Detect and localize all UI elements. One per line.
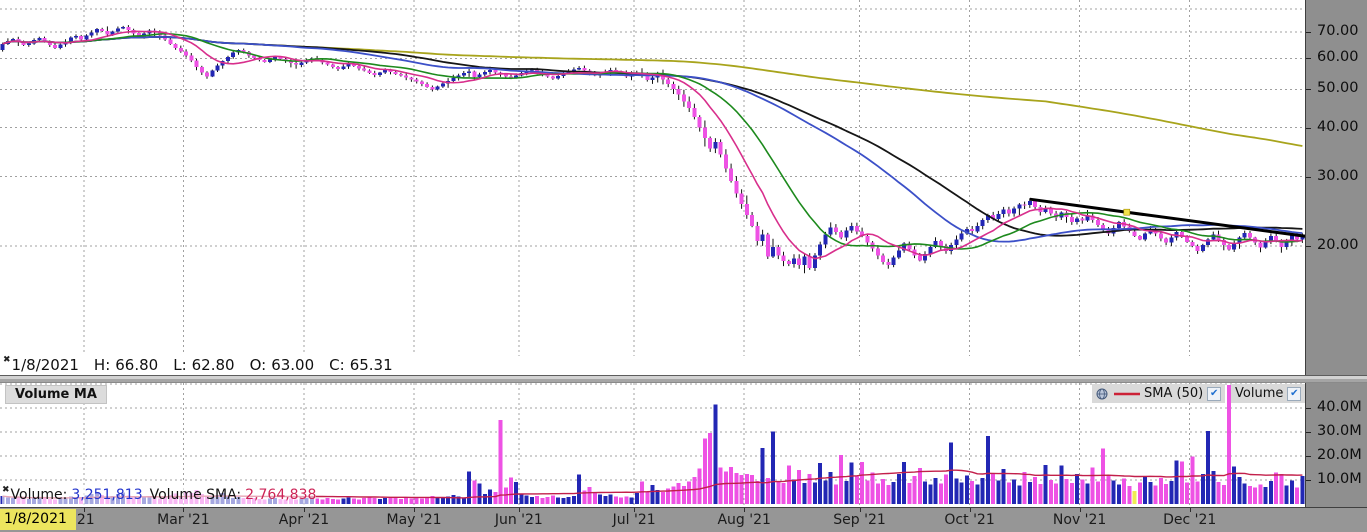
trendline-handle: [1124, 209, 1130, 215]
date-axis[interactable]: 1/8/2021 '21Mar '21Apr '21May '21Jun '21…: [0, 507, 1367, 532]
volume-readout: ✖ Volume: 3,251,813 Volume SMA: 2,764,83…: [2, 485, 316, 505]
volume-dropdown-check[interactable]: ✔: [1287, 387, 1301, 401]
price-tick-mark: [1306, 246, 1311, 247]
month-label: May '21: [377, 512, 451, 528]
price-axis[interactable]: 70.00 60.00 50.00 40.00 30.00 20.00 40.0M 30.0…: [1305, 0, 1367, 532]
volume-sma-legend: SMA (50) ✔: [1092, 384, 1225, 403]
price-tick-mark: [1306, 58, 1311, 59]
month-tick-mark: [860, 508, 861, 512]
month-tick-mark: [634, 508, 635, 512]
month-label: Sep '21: [823, 512, 897, 528]
price-tick-label: 60.00: [1317, 49, 1359, 65]
month-label: Apr '21: [267, 512, 341, 528]
month-label: Dec '21: [1153, 512, 1227, 528]
month-tick-mark: [744, 508, 745, 512]
month-label: Nov '21: [1043, 512, 1117, 528]
sma-legend-label: SMA (50): [1144, 386, 1203, 401]
ohlc-high-value: 66.80: [115, 356, 158, 374]
ohlc-close-label: C:: [329, 356, 345, 374]
price-chart-canvas[interactable]: [0, 0, 1305, 375]
price-tick-label: 40.00: [1317, 119, 1359, 135]
price-tick-label: 20.00: [1317, 237, 1359, 253]
volume-sma-readout-value: 2,764,838: [245, 487, 316, 503]
volume-sma-readout-label: Volume SMA:: [150, 487, 242, 503]
remove-volume-plot-icon[interactable]: ✖: [2, 485, 10, 495]
month-tick-mark: [84, 508, 85, 512]
sma-dropdown-check[interactable]: ✔: [1207, 387, 1221, 401]
volume-legend-label: Volume: [1235, 386, 1283, 401]
volume-tick-mark: [1306, 480, 1311, 481]
price-tick-label: 30.00: [1317, 168, 1359, 184]
ohlc-open-value: 63.00: [271, 356, 314, 374]
price-tick-label: 50.00: [1317, 80, 1359, 96]
volume-tick-label: 10.0M: [1317, 471, 1362, 487]
month-label: Jun '21: [482, 512, 556, 528]
selected-date-label: 1/8/2021: [0, 509, 76, 530]
sma-line-sample: [1114, 391, 1140, 397]
volume-readout-label: Volume:: [11, 487, 68, 503]
price-tick-mark: [1306, 128, 1311, 129]
price-pane[interactable]: ✖ 1/8/2021 H: 66.80 L: 62.80 O: 63.00 C:…: [0, 0, 1305, 375]
ohlc-close-value: 65.31: [350, 356, 393, 374]
month-tick-mark: [970, 508, 971, 512]
volume-legend: Volume ✔: [1231, 384, 1305, 403]
remove-price-plot-icon[interactable]: ✖: [3, 355, 11, 365]
volume-tick-label: 40.0M: [1317, 399, 1362, 415]
volume-pane-title[interactable]: Volume MA: [5, 385, 107, 404]
month-tick-mark: [1190, 508, 1191, 512]
price-tick-mark: [1306, 177, 1311, 178]
ohlc-low-label: L:: [173, 356, 186, 374]
month-tick-mark: [183, 508, 184, 512]
month-tick-mark: [414, 508, 415, 512]
pane-splitter[interactable]: [0, 375, 1367, 383]
chart-window: ✖ 1/8/2021 H: 66.80 L: 62.80 O: 63.00 C:…: [0, 0, 1367, 532]
volume-tick-label: 20.0M: [1317, 447, 1362, 463]
price-tick-mark: [1306, 89, 1311, 90]
volume-tick-mark: [1306, 456, 1311, 457]
month-tick-mark: [519, 508, 520, 512]
price-tick-mark: [1306, 32, 1311, 33]
ohlc-open-label: O:: [250, 356, 267, 374]
volume-tick-mark: [1306, 408, 1311, 409]
month-label: Oct '21: [933, 512, 1007, 528]
month-label: Mar '21: [146, 512, 220, 528]
price-tick-label: 70.00: [1317, 23, 1359, 39]
month-label: Aug '21: [707, 512, 781, 528]
month-tick-mark: [304, 508, 305, 512]
month-tick-mark: [1080, 508, 1081, 512]
globe-icon[interactable]: [1096, 388, 1108, 400]
ohlc-date: 1/8/2021: [12, 356, 79, 374]
month-label: Jul '21: [597, 512, 671, 528]
ohlc-low-value: 62.80: [192, 356, 235, 374]
ohlc-high-label: H:: [94, 356, 110, 374]
volume-tick-label: 30.0M: [1317, 423, 1362, 439]
volume-tick-mark: [1306, 432, 1311, 433]
volume-readout-value: 3,251,813: [71, 487, 142, 503]
volume-pane[interactable]: Volume MA SMA (50) ✔ Volume ✔ ✖ Volume: …: [0, 383, 1305, 507]
ohlc-readout: ✖ 1/8/2021 H: 66.80 L: 62.80 O: 63.00 C:…: [3, 354, 418, 375]
